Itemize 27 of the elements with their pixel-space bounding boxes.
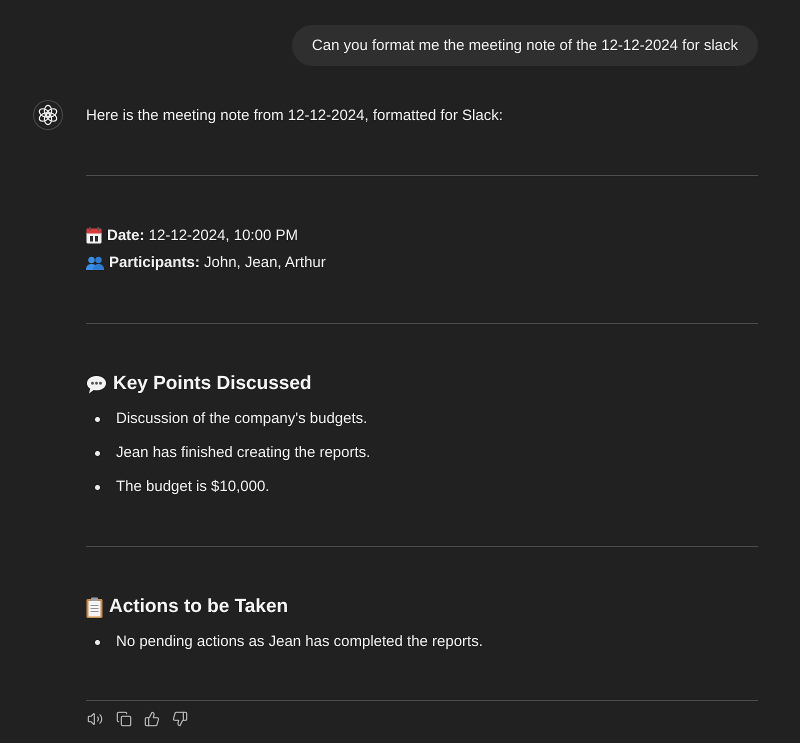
list-item-text: The budget is $10,000. [116,477,270,497]
list-item-text: Discussion of the company's budgets. [116,409,368,429]
bullet-icon [95,484,100,490]
read-aloud-button[interactable] [87,711,103,727]
people-icon [86,256,104,270]
bullet-icon [95,450,100,456]
thumbs-up-button[interactable] [144,711,160,727]
section-heading: Actions to be Taken [109,595,288,619]
logo-icon [33,100,63,130]
copy-button[interactable] [116,711,132,727]
list-item-text: Jean has finished creating the reports. [116,443,370,463]
detail-line: Participants: John, Jean, Arthur [109,253,326,273]
section-heading: Key Points Discussed [113,372,312,396]
list-item-text: No pending actions as Jean has completed the reports. [116,632,483,652]
bullet-icon [95,416,100,422]
copy-icon [116,711,132,727]
speech-bubble-icon [86,374,107,394]
user-message-bubble: Can you format me the meeting note of the 12-12-2024 for slack [292,25,758,66]
clipboard-icon [86,596,103,618]
thumbs-down-button[interactable] [172,711,188,727]
bullet-icon [95,640,100,644]
calendar-icon [86,227,102,244]
thumbs-up-icon [144,711,160,727]
thumbs-down-icon [172,711,188,727]
detail-line: Date: 12-12-2024, 10:00 PM [107,226,298,246]
speaker-icon [87,711,103,727]
assistant-intro-text: Here is the meeting note from 12-12-2024, formatted for Slack: [86,106,504,126]
